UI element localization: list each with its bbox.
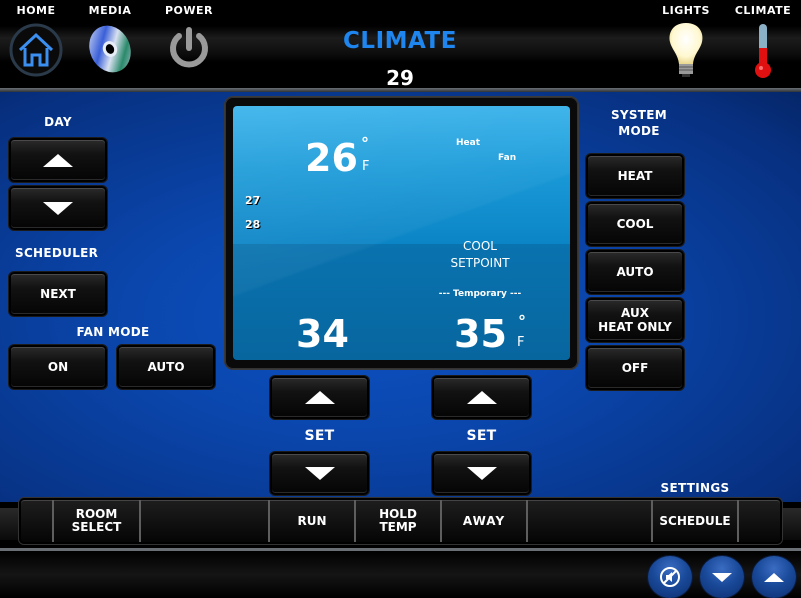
arrow-down-icon: [304, 467, 335, 480]
arrow-up-icon: [466, 391, 497, 404]
day-down-button[interactable]: [9, 186, 107, 230]
setpoint-type-line2: SETPOINT: [450, 256, 510, 270]
volume-down-button[interactable]: [700, 556, 744, 598]
disc-icon: [89, 25, 131, 73]
outdoor-temperature: 29: [386, 66, 414, 90]
nav-power[interactable]: POWER: [149, 0, 229, 68]
fan-on-button[interactable]: ON: [9, 345, 107, 389]
mode-aux-heat-button[interactable]: AUX HEAT ONLY: [586, 298, 684, 342]
room-select-button[interactable]: ROOM SELECT: [54, 500, 141, 542]
hold-temp-line2: TEMP: [379, 520, 417, 534]
page-title: CLIMATE: [343, 28, 457, 54]
fan-status: Fan: [498, 153, 517, 163]
list-value-1: 27: [245, 194, 261, 207]
nav-media[interactable]: MEDIA: [70, 0, 150, 73]
aux-heat-label-line2: HEAT ONLY: [598, 320, 672, 334]
right-setpoint-unit: F: [517, 335, 525, 350]
system-mode-label-line1: SYSTEM: [610, 108, 668, 122]
left-set-label: SET: [304, 428, 335, 444]
scheduler-next-button[interactable]: NEXT: [9, 272, 107, 316]
schedule-button[interactable]: SCHEDULE: [653, 500, 739, 542]
bar-cell-blank-2: [141, 500, 270, 542]
current-temperature: 26: [305, 136, 358, 180]
fan-mode-label: FAN MODE: [76, 325, 150, 339]
right-setpoint-up-button[interactable]: [432, 376, 531, 419]
thermostat-display: 26 ° F Heat Fan 27 28 COOL SETPOINT --- …: [233, 106, 570, 360]
current-temp-unit: F: [362, 159, 370, 174]
nav-home[interactable]: HOME: [0, 0, 76, 77]
scheduler-label: SCHEDULER: [15, 246, 99, 260]
right-setpoint-down-button[interactable]: [432, 452, 531, 495]
mode-off-button[interactable]: OFF: [586, 346, 684, 390]
room-select-line2: SELECT: [71, 520, 122, 534]
arrow-down-icon: [712, 572, 732, 582]
bar-cell-blank-4: [739, 500, 780, 542]
bar-cell-blank-1: [21, 500, 54, 542]
nav-media-label: MEDIA: [88, 4, 132, 17]
fan-auto-button[interactable]: AUTO: [117, 345, 215, 389]
header-bar: HOME MEDIA POWER CLIMATE 29 LIGHTS CLIMA…: [0, 0, 801, 90]
right-setpoint: 35: [454, 312, 507, 356]
arrow-up-icon: [304, 391, 335, 404]
right-set-label: SET: [466, 428, 497, 444]
bar-cell-blank-3: [528, 500, 653, 542]
right-setpoint-degree: °: [518, 312, 526, 331]
bottom-action-bar: ROOM SELECT RUN HOLD TEMP AWAY SCHEDULE: [19, 498, 782, 544]
hold-status: --- Temporary ---: [438, 289, 522, 299]
aux-heat-label-line1: AUX: [621, 306, 649, 320]
nav-power-label: POWER: [164, 4, 214, 17]
volume-up-button[interactable]: [752, 556, 796, 598]
run-button[interactable]: RUN: [270, 500, 356, 542]
current-temp-degree: °: [361, 134, 369, 153]
arrow-down-icon: [466, 467, 497, 480]
thermometer-icon: [755, 24, 771, 78]
nav-climate[interactable]: CLIMATE: [723, 0, 801, 78]
mode-auto-button[interactable]: AUTO: [586, 250, 684, 294]
mode-cool-button[interactable]: COOL: [586, 202, 684, 246]
power-icon: [170, 27, 208, 68]
settings-label: SETTINGS: [660, 481, 730, 495]
arrow-up-icon: [764, 572, 784, 582]
arrow-down-icon: [43, 201, 73, 215]
lightbulb-icon: [669, 23, 703, 77]
nav-lights[interactable]: LIGHTS: [646, 0, 726, 77]
day-label: DAY: [44, 115, 72, 129]
mode-status: Heat: [456, 138, 481, 148]
setpoint-type-line1: COOL: [463, 239, 497, 253]
mute-icon: [660, 567, 680, 587]
mode-heat-button[interactable]: HEAT: [586, 154, 684, 198]
arrow-up-icon: [43, 153, 73, 167]
system-mode-label-line2: MODE: [618, 124, 660, 138]
left-setpoint-down-button[interactable]: [270, 452, 369, 495]
away-button[interactable]: AWAY: [442, 500, 528, 542]
mute-button[interactable]: [648, 556, 692, 598]
nav-lights-label: LIGHTS: [662, 4, 710, 17]
list-value-2: 28: [245, 218, 261, 231]
day-up-button[interactable]: [9, 138, 107, 182]
nav-climate-label: CLIMATE: [734, 4, 792, 17]
hold-temp-button[interactable]: HOLD TEMP: [356, 500, 442, 542]
left-setpoint: 34: [296, 312, 349, 356]
left-setpoint-up-button[interactable]: [270, 376, 369, 419]
home-icon: [9, 23, 63, 77]
nav-home-label: HOME: [16, 4, 56, 17]
